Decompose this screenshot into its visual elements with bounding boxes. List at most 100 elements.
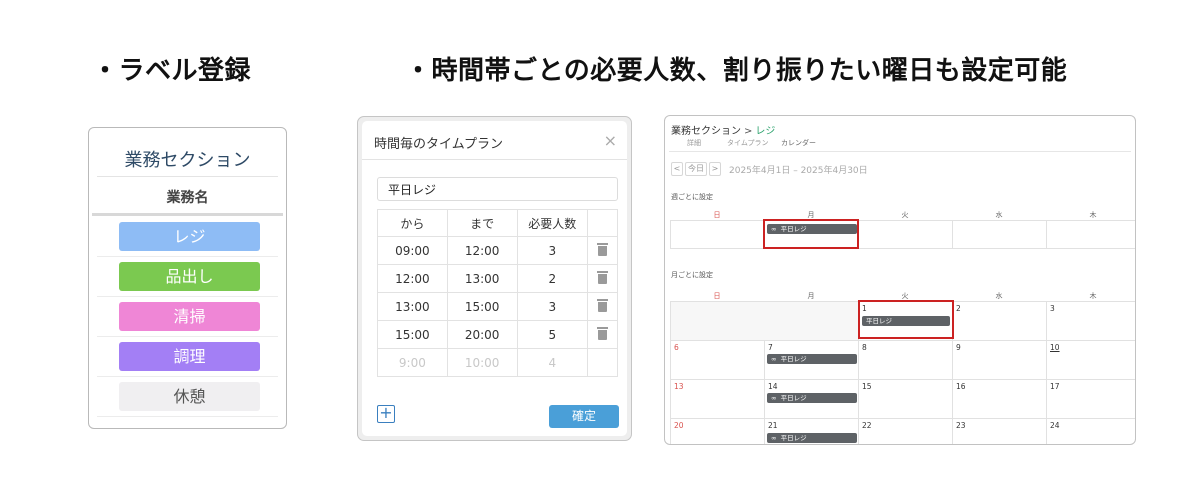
list-item: レジ: [97, 217, 278, 257]
to-cell[interactable]: 12:00: [446, 236, 518, 265]
prev-button[interactable]: <: [671, 162, 683, 176]
to-cell[interactable]: 13:00: [446, 264, 518, 293]
weekday-header: 木: [1089, 292, 1097, 300]
chevron-right-icon: >: [744, 126, 753, 137]
header-divider: [92, 213, 283, 216]
trash-icon[interactable]: [597, 270, 609, 284]
monthly-event[interactable]: ∞ 平日レジ: [767, 393, 857, 403]
required-staff-placeholder[interactable]: 4: [516, 348, 589, 377]
grid-line: [670, 340, 1135, 341]
day-number[interactable]: 21: [768, 421, 778, 430]
column-header-from: から: [377, 209, 448, 237]
grid-line: [670, 220, 671, 248]
label-chip-cooking[interactable]: 調理: [119, 342, 260, 371]
grid-line: [952, 220, 953, 248]
required-staff-cell[interactable]: 3: [516, 236, 589, 265]
weekly-section-label: 週ごとに設定: [671, 193, 713, 201]
date-range: 2025年4月1日 – 2025年4月30日: [729, 166, 868, 176]
trash-icon[interactable]: [597, 326, 609, 340]
grid-line: [670, 220, 1135, 221]
tab-time-plan[interactable]: タイムプラン: [727, 138, 768, 148]
breadcrumb-parent[interactable]: 業務セクション: [671, 126, 741, 137]
from-cell[interactable]: 15:00: [377, 320, 448, 349]
day-number[interactable]: 14: [768, 382, 778, 391]
day-number[interactable]: 16: [956, 382, 966, 391]
weekday-header: 木: [1089, 211, 1097, 219]
list-item: 休憩: [97, 377, 278, 417]
add-row-icon[interactable]: +: [377, 405, 395, 423]
today-button[interactable]: 今日: [685, 162, 707, 176]
day-number[interactable]: 15: [862, 382, 872, 391]
trash-icon[interactable]: [597, 242, 609, 256]
delete-cell: [587, 264, 618, 293]
monthly-event[interactable]: ∞ 平日レジ: [767, 354, 857, 364]
infinity-icon: ∞: [771, 434, 777, 442]
day-number[interactable]: 24: [1050, 421, 1060, 430]
trash-icon[interactable]: [597, 298, 609, 312]
day-number[interactable]: 10: [1050, 343, 1060, 352]
tab-details[interactable]: 詳細: [687, 138, 701, 148]
delete-cell: [587, 236, 618, 265]
day-number[interactable]: 3: [1050, 304, 1055, 313]
day-number[interactable]: 6: [674, 343, 679, 352]
day-number[interactable]: 8: [862, 343, 867, 352]
close-icon[interactable]: ×: [604, 131, 617, 150]
time-plan-window: 時間毎のタイムプラン × から まで 必要人数 09:00 12:00 3: [357, 116, 632, 441]
day-number[interactable]: 20: [674, 421, 684, 430]
day-number[interactable]: 23: [956, 421, 966, 430]
tab-calendar[interactable]: カレンダー: [771, 138, 826, 152]
day-number[interactable]: 17: [1050, 382, 1060, 391]
infinity-icon: ∞: [771, 355, 777, 363]
delete-cell: [587, 292, 618, 321]
from-placeholder[interactable]: 9:00: [377, 348, 448, 377]
time-plan-table: から まで 必要人数 09:00 12:00 3 12:00 13:00 2 1…: [377, 209, 618, 377]
day-number[interactable]: 9: [956, 343, 961, 352]
time-plan-dialog: 時間毎のタイムプラン × から まで 必要人数 09:00 12:00 3: [362, 121, 627, 436]
event-label: 平日レジ: [780, 355, 807, 363]
new-row-placeholder: 9:00 10:00 4: [377, 348, 618, 377]
monthly-section-label: 月ごとに設定: [671, 271, 713, 279]
required-staff-cell[interactable]: 5: [516, 320, 589, 349]
divider: [669, 151, 1131, 152]
next-button[interactable]: >: [709, 162, 721, 176]
required-staff-cell[interactable]: 2: [516, 264, 589, 293]
event-label: 平日レジ: [780, 394, 807, 402]
from-cell[interactable]: 12:00: [377, 264, 448, 293]
weekday-header: 水: [995, 292, 1003, 300]
grid-line: [1046, 220, 1047, 248]
required-staff-cell[interactable]: 3: [516, 292, 589, 321]
day-number[interactable]: 13: [674, 382, 684, 391]
list-item: 調理: [97, 337, 278, 377]
calendar-panel: 業務セクション > レジ 詳細 タイムプラン カレンダー < 今日 > 2025年4…: [664, 115, 1136, 445]
label-chip-stocking[interactable]: 品出し: [119, 262, 260, 291]
label-chip-cleaning[interactable]: 清掃: [119, 302, 260, 331]
infinity-icon: ∞: [771, 394, 777, 402]
highlight-box: [858, 300, 954, 339]
monthly-event[interactable]: ∞ 平日レジ: [767, 433, 857, 443]
plan-name-input[interactable]: [377, 177, 618, 201]
table-row: 13:00 15:00 3: [377, 292, 618, 321]
highlight-box: [763, 219, 859, 249]
to-cell[interactable]: 15:00: [446, 292, 518, 321]
outside-month-cells: [671, 302, 858, 340]
weekday-header: 水: [995, 211, 1003, 219]
divider: [97, 176, 278, 177]
from-cell[interactable]: 13:00: [377, 292, 448, 321]
divider: [362, 159, 627, 160]
day-number[interactable]: 7: [768, 343, 773, 352]
day-number[interactable]: 22: [862, 421, 872, 430]
to-cell[interactable]: 20:00: [446, 320, 518, 349]
grid-line: [670, 418, 1135, 419]
delete-cell: [587, 320, 618, 349]
day-number[interactable]: 2: [956, 304, 961, 313]
heading-time-settings: ・時間帯ごとの必要人数、割り振りたい曜日も設定可能: [405, 56, 1068, 86]
to-placeholder[interactable]: 10:00: [446, 348, 518, 377]
confirm-button[interactable]: 確定: [549, 405, 619, 428]
label-chip-register[interactable]: レジ: [119, 222, 260, 251]
table-row: 12:00 13:00 2: [377, 264, 618, 293]
label-chip-break[interactable]: 休憩: [119, 382, 260, 411]
from-cell[interactable]: 09:00: [377, 236, 448, 265]
grid-line: [670, 379, 1135, 380]
breadcrumb: 業務セクション > レジ: [671, 122, 775, 137]
column-header-required-staff: 必要人数: [516, 209, 589, 237]
